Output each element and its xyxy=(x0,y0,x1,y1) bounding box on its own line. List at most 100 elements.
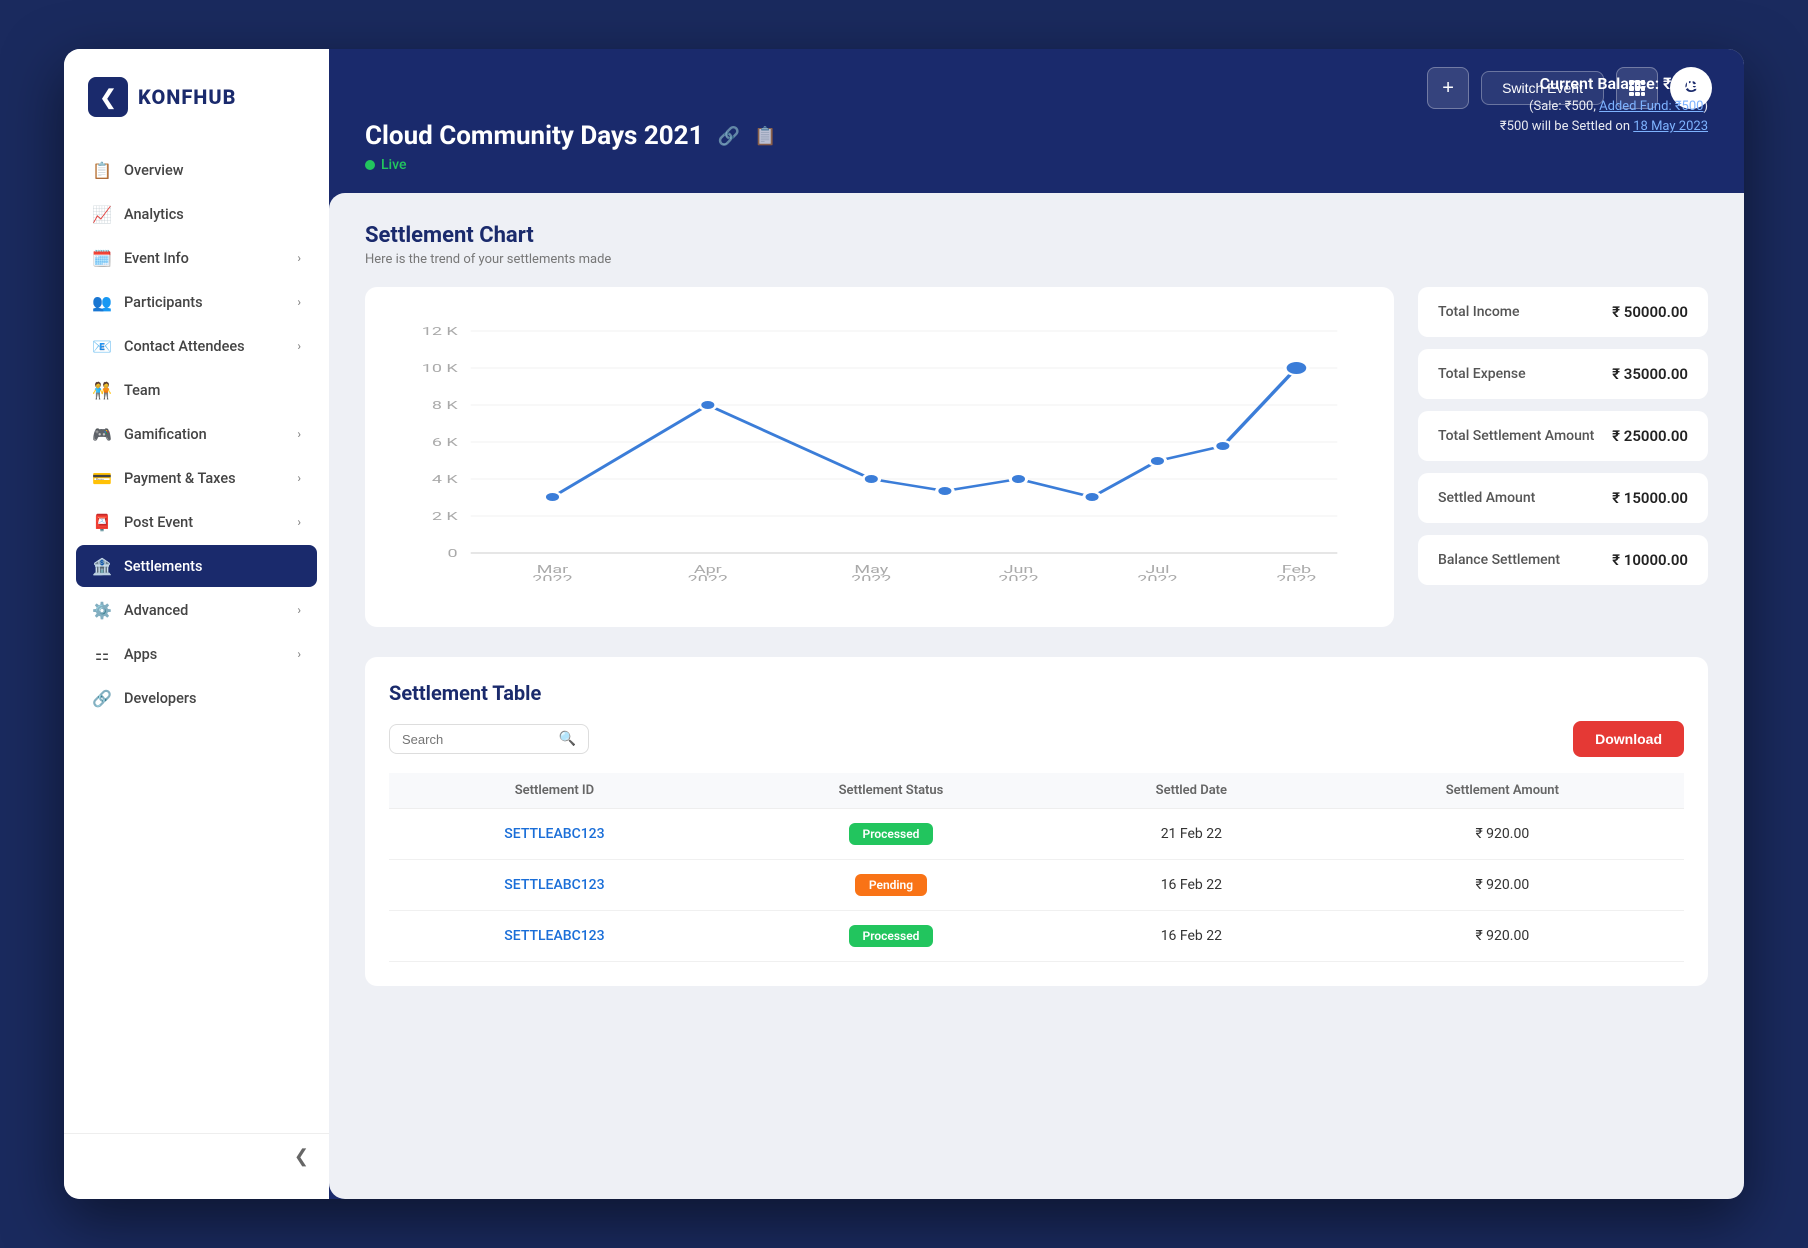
svg-text:2022: 2022 xyxy=(688,573,728,581)
sidebar-item-participants[interactable]: 👥 Participants › xyxy=(76,281,317,323)
sidebar-item-analytics[interactable]: 📈 Analytics xyxy=(76,193,317,235)
collapse-button[interactable]: ❮ xyxy=(294,1146,309,1167)
nav-icon: 🧑‍🤝‍🧑 xyxy=(92,380,112,400)
settled-date-cell: 21 Feb 22 xyxy=(1062,809,1321,860)
stat-card-1: Total Expense ₹ 35000.00 xyxy=(1418,349,1708,399)
sidebar-item-developers[interactable]: 🔗 Developers xyxy=(76,677,317,719)
settlement-status-cell: Processed xyxy=(720,809,1062,860)
nav-icon: 🎮 xyxy=(92,424,112,444)
stat-label: Total Expense xyxy=(1438,366,1526,382)
settlement-id-link[interactable]: SETTLEABC123 xyxy=(504,826,604,842)
search-icon: 🔍 xyxy=(559,731,576,747)
balance-detail2: ₹500 will be Settled on 18 May 2023 xyxy=(1500,117,1708,138)
nav-icon: 🗓️ xyxy=(92,248,112,268)
settlement-date-link[interactable]: 18 May 2023 xyxy=(1633,119,1708,134)
balance-info: Current Balance: ₹1000 (Sale: ₹500, Adde… xyxy=(1500,71,1708,138)
svg-text:10 K: 10 K xyxy=(422,362,459,375)
nav-label: Gamification xyxy=(124,426,207,443)
table-title: Settlement Table xyxy=(389,681,1684,705)
balance-main: Current Balance: ₹1000 xyxy=(1500,71,1708,97)
status-badge: Pending xyxy=(855,874,927,896)
stat-value: ₹ 10000.00 xyxy=(1612,551,1688,569)
sidebar-item-payment-and-taxes[interactable]: 💳 Payment & Taxes › xyxy=(76,457,317,499)
chart-section-subtitle: Here is the trend of your settlements ma… xyxy=(365,252,1708,267)
settlement-data-table: Settlement IDSettlement StatusSettled Da… xyxy=(389,773,1684,962)
nav-label: Contact Attendees xyxy=(124,338,245,355)
svg-text:8 K: 8 K xyxy=(432,399,459,412)
sidebar-item-event-info[interactable]: 🗓️ Event Info › xyxy=(76,237,317,279)
svg-text:2022: 2022 xyxy=(851,573,891,581)
content-area: Settlement Chart Here is the trend of yo… xyxy=(329,193,1744,1199)
event-status-text: Live xyxy=(381,157,406,173)
table-row: SETTLEABC123 Pending 16 Feb 22 ₹ 920.00 xyxy=(389,860,1684,911)
nav-icon: 💳 xyxy=(92,468,112,488)
chevron-icon: › xyxy=(297,295,301,309)
link-icon[interactable]: 🔗 xyxy=(718,126,740,147)
settlement-id-cell: SETTLEABC123 xyxy=(389,809,720,860)
svg-text:0: 0 xyxy=(448,547,458,560)
stat-label: Settled Amount xyxy=(1438,490,1535,506)
nav-label: Event Info xyxy=(124,250,189,267)
nav-icon: 🔗 xyxy=(92,688,112,708)
chevron-icon: › xyxy=(297,251,301,265)
logo-text: KONFHUB xyxy=(138,85,236,109)
chevron-icon: › xyxy=(297,471,301,485)
nav-icon: ⚏ xyxy=(92,644,112,664)
add-button[interactable]: + xyxy=(1427,67,1469,109)
chevron-icon: › xyxy=(297,647,301,661)
stat-label: Total Income xyxy=(1438,304,1519,320)
sidebar-item-contact-attendees[interactable]: 📧 Contact Attendees › xyxy=(76,325,317,367)
settled-date-cell: 16 Feb 22 xyxy=(1062,860,1321,911)
sidebar-item-settlements[interactable]: 🏦 Settlements xyxy=(76,545,317,587)
settlement-id-link[interactable]: SETTLEABC123 xyxy=(504,928,604,944)
svg-text:2022: 2022 xyxy=(998,573,1038,581)
sidebar-item-gamification[interactable]: 🎮 Gamification › xyxy=(76,413,317,455)
settlement-chart-svg: 12 K 10 K 8 K 6 K 4 K 2 K 0 Mar 2022 Apr… xyxy=(389,311,1370,581)
sidebar-item-team[interactable]: 🧑‍🤝‍🧑 Team xyxy=(76,369,317,411)
sidebar-item-advanced[interactable]: ⚙️ Advanced › xyxy=(76,589,317,631)
chart-stats-row: 12 K 10 K 8 K 6 K 4 K 2 K 0 Mar 2022 Apr… xyxy=(365,287,1708,627)
sidebar-item-post-event[interactable]: 📮 Post Event › xyxy=(76,501,317,543)
stat-card-3: Settled Amount ₹ 15000.00 xyxy=(1418,473,1708,523)
download-button[interactable]: Download xyxy=(1573,721,1684,757)
chevron-icon: › xyxy=(297,515,301,529)
chart-container: 12 K 10 K 8 K 6 K 4 K 2 K 0 Mar 2022 Apr… xyxy=(365,287,1394,627)
nav-list: 📋 Overview 📈 Analytics 🗓️ Event Info › 👥… xyxy=(64,149,329,1125)
settlement-table-section: Settlement Table 🔍 Download Settlement I… xyxy=(365,657,1708,986)
stat-value: ₹ 25000.00 xyxy=(1612,427,1688,445)
stats-column: Total Income ₹ 50000.00 Total Expense ₹ … xyxy=(1418,287,1708,627)
stat-value: ₹ 50000.00 xyxy=(1612,303,1688,321)
stat-value: ₹ 15000.00 xyxy=(1612,489,1688,507)
svg-text:6 K: 6 K xyxy=(432,436,459,449)
event-header: Cloud Community Days 2021 🔗 📋 Live Curre… xyxy=(329,121,1744,193)
sidebar-item-apps[interactable]: ⚏ Apps › xyxy=(76,633,317,675)
chevron-icon: › xyxy=(297,427,301,441)
added-fund-link[interactable]: Added Fund: ₹500 xyxy=(1599,99,1703,114)
table-col-header: Settled Date xyxy=(1062,773,1321,809)
settlement-status-cell: Pending xyxy=(720,860,1062,911)
chart-section-title: Settlement Chart xyxy=(365,223,1708,248)
sidebar-collapse: ❮ xyxy=(64,1133,329,1179)
table-row: SETTLEABC123 Processed 16 Feb 22 ₹ 920.0… xyxy=(389,911,1684,962)
settlement-id-link[interactable]: SETTLEABC123 xyxy=(504,877,604,893)
nav-label: Advanced xyxy=(124,602,188,619)
table-header: Settlement IDSettlement StatusSettled Da… xyxy=(389,773,1684,809)
table-col-header: Settlement ID xyxy=(389,773,720,809)
nav-label: Overview xyxy=(124,162,184,179)
sidebar-item-overview[interactable]: 📋 Overview xyxy=(76,149,317,191)
stat-value: ₹ 35000.00 xyxy=(1612,365,1688,383)
search-input[interactable] xyxy=(402,732,551,747)
status-indicator xyxy=(365,160,375,170)
nav-label: Post Event xyxy=(124,514,193,531)
settlement-id-cell: SETTLEABC123 xyxy=(389,860,720,911)
stat-label: Total Settlement Amount xyxy=(1438,428,1594,444)
copy-icon[interactable]: 📋 xyxy=(754,126,776,147)
svg-text:12 K: 12 K xyxy=(422,325,459,338)
nav-label: Settlements xyxy=(124,558,202,575)
settlement-amount-cell: ₹ 920.00 xyxy=(1321,809,1684,860)
stat-card-2: Total Settlement Amount ₹ 25000.00 xyxy=(1418,411,1708,461)
stat-card-4: Balance Settlement ₹ 10000.00 xyxy=(1418,535,1708,585)
logo-area: ❮ KONFHUB xyxy=(64,49,329,149)
event-title: Cloud Community Days 2021 xyxy=(365,121,704,151)
table-row: SETTLEABC123 Processed 21 Feb 22 ₹ 920.0… xyxy=(389,809,1684,860)
